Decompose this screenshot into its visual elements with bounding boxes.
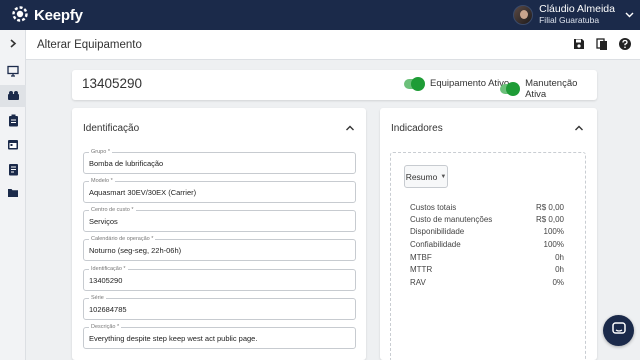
indicator-label: Disponibilidade [410,227,465,236]
user-menu[interactable]: Cláudio Almeida Filial Guaratuba [513,0,634,30]
gear-hands-icon [10,4,30,27]
indicator-row: RAV 0% [410,278,564,290]
toggle-equipment-active-group: Equipamento Ativo [404,76,510,91]
chevron-up-icon[interactable] [573,122,585,134]
avatar [513,5,534,25]
copy-icon[interactable] [595,37,609,51]
indicator-label: Custo de manutenções [410,215,493,224]
field-label: Série [89,294,106,302]
field-label: Centro de custo * [89,206,136,214]
indicators-panel: Resumo ▼ Custos totais R$ 0,00 Custo de … [390,152,586,360]
help-icon[interactable] [618,37,632,51]
description-field[interactable]: Descrição * Everything despite step keep… [83,323,356,349]
field-value: Noturno (seg-seg, 22h-06h) [89,246,182,255]
indicator-row: Confiabilidade 100% [410,240,564,252]
field-value: 13405290 [89,276,123,285]
field-value: Bomba de lubrificação [89,159,164,168]
equipment-icon[interactable] [0,85,26,107]
indicator-value: 100% [543,227,564,236]
page-title: Alterar Equipamento [37,38,142,51]
report-icon[interactable] [0,158,26,180]
indicator-value: R$ 0,00 [535,203,564,212]
page-header: Alterar Equipamento [26,30,640,60]
field-value: 102684785 [89,305,127,314]
identification-field[interactable]: Identificação * 13405290 [83,265,356,291]
indicator-value: 0% [552,278,564,287]
toggle-equipment-active[interactable] [404,76,425,91]
equipment-id: 13405290 [82,76,143,91]
model-field[interactable]: Modelo * Aquasmart 30EV/30EX (Carrier) [83,177,356,203]
identification-title: Identificação [83,123,140,134]
cost-center-field[interactable]: Centro de custo * Serviços [83,206,356,232]
indicator-label: RAV [410,278,426,287]
indicator-label: MTBF [410,253,432,262]
chevron-up-icon[interactable] [344,122,356,134]
summary-dropdown-label: Resumo [405,171,438,182]
indicator-row: MTTR 0h [410,265,564,277]
serial-field[interactable]: Série 102684785 [83,294,356,320]
operation-calendar-field[interactable]: Calendário de operação * Noturno (seg-se… [83,235,356,261]
brand-logo[interactable]: Keepfy [10,4,83,27]
field-label: Identificação * [89,265,128,273]
toggle-maintenance-active-label: Manutenção Ativa [525,78,578,100]
summary-dropdown[interactable]: Resumo ▼ [404,165,448,188]
indicator-row: Custos totais R$ 0,00 [410,203,564,215]
field-value: Aquasmart 30EV/30EX (Carrier) [89,188,197,197]
save-icon[interactable] [572,37,586,51]
indicator-label: Custos totais [410,203,457,212]
sidebar [0,30,26,360]
field-label: Descrição * [89,323,122,331]
user-branch: Filial Guaratuba [539,15,600,25]
field-label: Grupo * [89,148,112,156]
chat-icon [611,321,627,340]
monitor-icon[interactable] [0,60,26,82]
indicator-value: 0h [555,265,564,274]
user-name: Cláudio Almeida [539,3,615,15]
sidebar-expand-icon[interactable] [0,32,26,54]
indicator-row: Disponibilidade 100% [410,227,564,239]
chevron-down-icon[interactable] [625,10,634,20]
field-value: Everything despite step keep west act pu… [89,334,258,343]
indicator-row: Custo de manutenções R$ 0,00 [410,215,564,227]
indicator-label: MTTR [410,265,433,274]
toggle-equipment-active-label: Equipamento Ativo [430,78,510,89]
indicator-value: R$ 0,00 [535,215,564,224]
equipment-id-card: 13405290 Equipamento Ativo Manutenção At… [72,70,597,100]
toggle-maintenance-active[interactable] [500,82,521,96]
indicator-row: MTBF 0h [410,253,564,265]
field-label: Modelo * [89,177,115,185]
indicators-card: Indicadores Resumo ▼ Custos totais R$ 0,… [380,108,597,360]
calendar-icon[interactable] [0,133,26,155]
clipboard-icon[interactable] [0,109,26,131]
group-field[interactable]: Grupo * Bomba de lubrificação [83,148,356,174]
identification-card: Identificação Grupo * Bomba de lubrifica… [72,108,366,360]
folder-icon[interactable] [0,181,26,203]
indicator-value: 0h [555,253,564,262]
toggle-maintenance-active-group: Manutenção Ativa [500,78,597,100]
caret-down-icon: ▼ [440,173,447,180]
indicators-title: Indicadores [391,123,443,134]
field-label: Calendário de operação * [89,235,156,243]
chat-button[interactable] [603,315,634,346]
indicator-value: 100% [543,240,564,249]
top-bar: Keepfy Cláudio Almeida Filial Guaratuba [0,0,640,30]
field-value: Serviços [89,217,118,226]
brand-name: Keepfy [34,6,83,24]
indicator-label: Confiabilidade [410,240,461,249]
